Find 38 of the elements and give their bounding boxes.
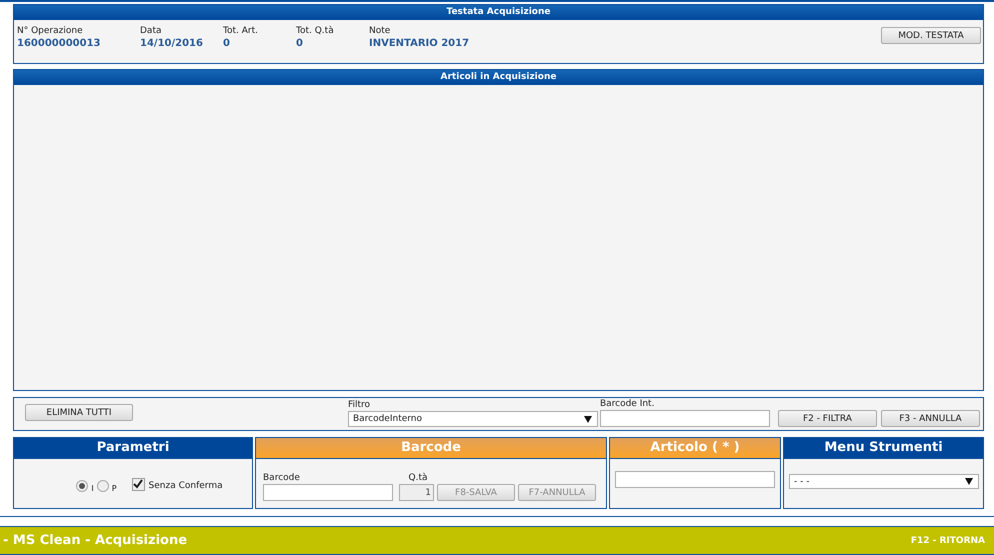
- checkbox-label: Senza Conferma: [148, 480, 223, 490]
- delete-all-button[interactable]: ELIMINA TUTTI: [25, 404, 133, 421]
- barcode-input[interactable]: [600, 410, 770, 427]
- radio-label: P: [112, 484, 117, 492]
- panel-title: Articoli in Acquisizione: [14, 70, 983, 85]
- field-label: N° Operazione: [17, 26, 84, 36]
- filter-button[interactable]: F2 - FILTRA: [778, 410, 877, 427]
- field-label: Tot. Art.: [223, 26, 259, 36]
- filter-select[interactable]: BarcodeInterno: [348, 411, 598, 427]
- radio-button[interactable]: [76, 480, 88, 492]
- field-value: INVENTARIO 2017: [369, 38, 470, 49]
- quantity-label: Q.tà: [408, 473, 428, 483]
- field-value: 0: [296, 38, 304, 49]
- field-value: 0: [223, 38, 231, 49]
- panel-title: Articolo ( * ): [610, 438, 780, 459]
- barcode-label: Barcode: [263, 473, 301, 483]
- field-value: 14/10/2016: [140, 38, 204, 49]
- panel-title: Testata Acquisizione: [14, 5, 983, 20]
- panel-title: Parametri: [14, 438, 252, 459]
- tools-select[interactable]: - - -: [789, 474, 979, 489]
- dropdown-icon: [965, 478, 973, 485]
- filter-button[interactable]: F3 - ANNULLA: [880, 410, 980, 427]
- field-label: Note: [369, 26, 392, 36]
- filter-label: Filtro: [348, 400, 371, 410]
- field-label: Tot. Q.tà: [296, 26, 335, 36]
- footer-title: - MS Clean - Acquisizione: [3, 533, 188, 548]
- dropdown-icon: [584, 416, 592, 422]
- radio-button[interactable]: [96, 480, 109, 492]
- barcode-label: Barcode Int.: [600, 399, 656, 409]
- edit-header-button[interactable]: MOD. TESTATA: [881, 27, 981, 44]
- checkbox[interactable]: [132, 478, 145, 490]
- field-label: Data: [140, 26, 162, 36]
- panel-title: Menu Strumenti: [784, 438, 983, 459]
- field-value: 160000000013: [17, 38, 102, 49]
- radio-label: I: [91, 484, 94, 492]
- panel-title: Barcode: [256, 438, 606, 459]
- article-input[interactable]: [615, 471, 775, 488]
- barcode-input[interactable]: [263, 484, 393, 501]
